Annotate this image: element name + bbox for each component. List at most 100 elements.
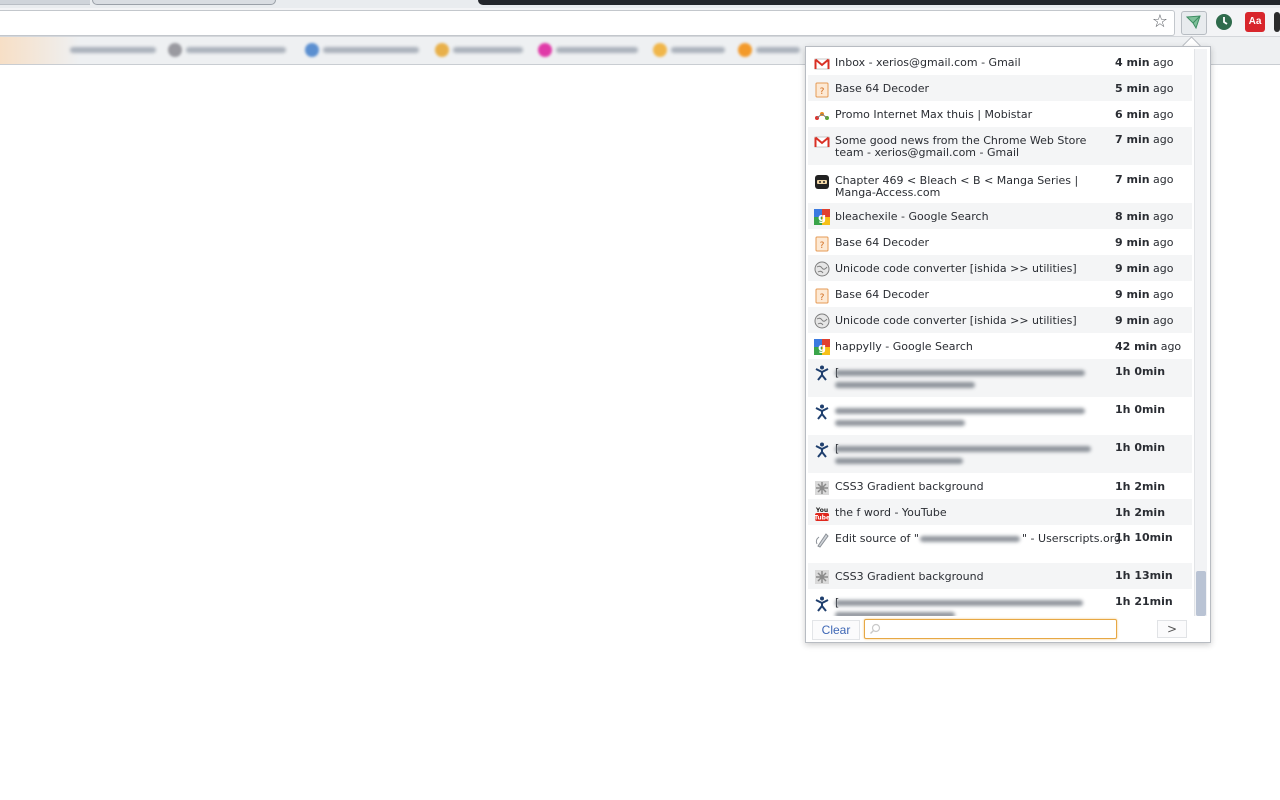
tab-strip	[0, 0, 1280, 8]
bookmark-item[interactable]	[70, 43, 156, 57]
history-item-title-end: " - Userscripts.org	[1022, 532, 1122, 545]
history-item[interactable]: Inbox - xerios@gmail.com - Gmail 4 min a…	[808, 49, 1192, 75]
clear-button[interactable]: Clear	[812, 620, 860, 640]
google-icon: g	[814, 209, 830, 225]
overflow-extension-icon[interactable]	[1274, 12, 1280, 32]
bookmark-item[interactable]	[168, 43, 290, 57]
history-item[interactable]: CSS3 Gradient background 1h 2min	[808, 473, 1192, 499]
base64-decoder-icon: ?	[814, 288, 830, 304]
history-list: Inbox - xerios@gmail.com - Gmail 4 min a…	[808, 49, 1192, 616]
history-item-time: 42 min ago	[1115, 340, 1182, 353]
history-item[interactable]: ? Base 64 Decoder 9 min ago	[808, 229, 1192, 255]
address-bar[interactable]	[0, 10, 1175, 36]
userscripts-icon	[814, 532, 830, 548]
history-item-title: CSS3 Gradient background	[835, 570, 984, 583]
history-item-time: 1h 13min	[1115, 569, 1173, 582]
bookmark-item[interactable]	[538, 43, 642, 57]
history-item-time: 7 min ago	[1115, 173, 1174, 186]
history-item-title: Inbox - xerios@gmail.com - Gmail	[835, 56, 1021, 69]
history-item[interactable]: CSS3 Gradient background 1h 13min	[808, 563, 1192, 589]
bookmark-star-icon[interactable]: ☆	[1150, 12, 1170, 32]
history-item[interactable]: ? Base 64 Decoder 9 min ago	[808, 281, 1192, 307]
history-item[interactable]: [ 1h 0min	[808, 435, 1192, 473]
dictionary-extension-icon[interactable]: Aa	[1245, 12, 1265, 32]
gmail-icon	[814, 56, 830, 72]
tab-current[interactable]	[92, 0, 276, 5]
scrollbar-thumb[interactable]	[1196, 571, 1206, 616]
redacted-title	[835, 600, 1083, 606]
css3-icon	[814, 480, 830, 496]
history-item-time: 1h 0min	[1115, 441, 1166, 454]
history-item[interactable]: ? Base 64 Decoder 5 min ago	[808, 75, 1192, 101]
history-item-title: bleachexile - Google Search	[835, 210, 989, 223]
popup-footer: Clear >	[806, 618, 1210, 642]
history-item-time: 9 min ago	[1115, 288, 1174, 301]
svg-text:?: ?	[820, 87, 825, 97]
tab-left[interactable]	[0, 0, 90, 5]
history-item-title: Base 64 Decoder	[835, 82, 930, 95]
history-item[interactable]: Promo Internet Max thuis | Mobistar 6 mi…	[808, 101, 1192, 127]
bookmark-item[interactable]	[738, 43, 804, 57]
globe-icon	[814, 261, 830, 277]
history-item-time: 8 min ago	[1115, 210, 1174, 223]
history-item-title: Unicode code converter [ishida >> utilit…	[835, 262, 1077, 275]
history-item-title: CSS3 Gradient background	[835, 480, 984, 493]
svg-text:g: g	[818, 211, 826, 224]
history-item-time: 9 min ago	[1115, 314, 1174, 327]
history-item[interactable]: 1h 0min	[808, 397, 1192, 435]
svg-text:?: ?	[820, 241, 825, 251]
history-item[interactable]: g bleachexile - Google Search 8 min ago	[808, 203, 1192, 229]
history-item[interactable]: [ 1h 21min	[808, 589, 1192, 616]
bookmark-item[interactable]	[435, 43, 527, 57]
history-item[interactable]: Some good news from the Chrome Web Store…	[808, 127, 1192, 165]
history-item-time: 1h 2min	[1115, 506, 1166, 519]
history-item[interactable]: Edit source of " " - Userscripts.org 1h …	[808, 525, 1192, 563]
search-icon	[870, 623, 881, 634]
history-item-time: 9 min ago	[1115, 262, 1174, 275]
history-scrollbar[interactable]	[1194, 49, 1207, 616]
history-item-time: 5 min ago	[1115, 82, 1174, 95]
manga-access-icon	[814, 174, 830, 190]
next-page-button[interactable]: >	[1157, 620, 1187, 638]
history-item[interactable]: Chapter 469 < Bleach < B < Manga Series …	[808, 165, 1192, 203]
stickman-icon	[814, 596, 830, 612]
stickman-icon	[814, 442, 830, 458]
history-item-time: 9 min ago	[1115, 236, 1174, 249]
youtube-icon: You Tube	[814, 506, 830, 522]
redacted-title	[920, 536, 1020, 542]
base64-decoder-icon: ?	[814, 236, 830, 252]
bookmark-item[interactable]	[305, 43, 423, 57]
stickman-icon	[814, 365, 830, 381]
history-item-time: 4 min ago	[1115, 56, 1174, 69]
history-item-title: Promo Internet Max thuis | Mobistar	[835, 108, 1033, 121]
mobistar-icon	[814, 108, 830, 124]
history-item[interactable]: g happylly - Google Search 42 min ago	[808, 333, 1192, 359]
history-item-time: 1h 21min	[1115, 595, 1173, 608]
redacted-title	[835, 612, 955, 616]
history-item-time: 1h 0min	[1115, 365, 1166, 378]
history-item[interactable]: You Tube the f word - YouTube 1h 2min	[808, 499, 1192, 525]
history-item-title: the f word - YouTube	[835, 506, 947, 519]
history-extension-button[interactable]	[1181, 11, 1207, 35]
bookmark-item[interactable]	[653, 43, 729, 57]
redacted-title	[835, 446, 1091, 452]
redacted-title	[835, 458, 963, 464]
history-item-title: Chapter 469 < Bleach < B < Manga Series …	[835, 174, 1079, 199]
clock-extension-icon[interactable]	[1214, 12, 1234, 32]
redacted-title	[835, 408, 1085, 414]
stickman-icon	[814, 404, 830, 420]
google-icon: g	[814, 339, 830, 355]
search-input[interactable]	[864, 619, 1117, 639]
history-item[interactable]: [ 1h 0min	[808, 359, 1192, 397]
history-item[interactable]: Unicode code converter [ishida >> utilit…	[808, 307, 1192, 333]
css3-icon	[814, 569, 830, 585]
history-item-time: 6 min ago	[1115, 108, 1174, 121]
svg-text:?: ?	[820, 293, 825, 303]
history-extension-icon	[1186, 15, 1201, 29]
history-item[interactable]: Unicode code converter [ishida >> utilit…	[808, 255, 1192, 281]
globe-icon	[814, 313, 830, 329]
history-item-title: Base 64 Decoder	[835, 288, 930, 301]
history-item-time: 1h 0min	[1115, 403, 1166, 416]
base64-decoder-icon: ?	[814, 82, 830, 98]
svg-text:Tube: Tube	[814, 515, 830, 522]
